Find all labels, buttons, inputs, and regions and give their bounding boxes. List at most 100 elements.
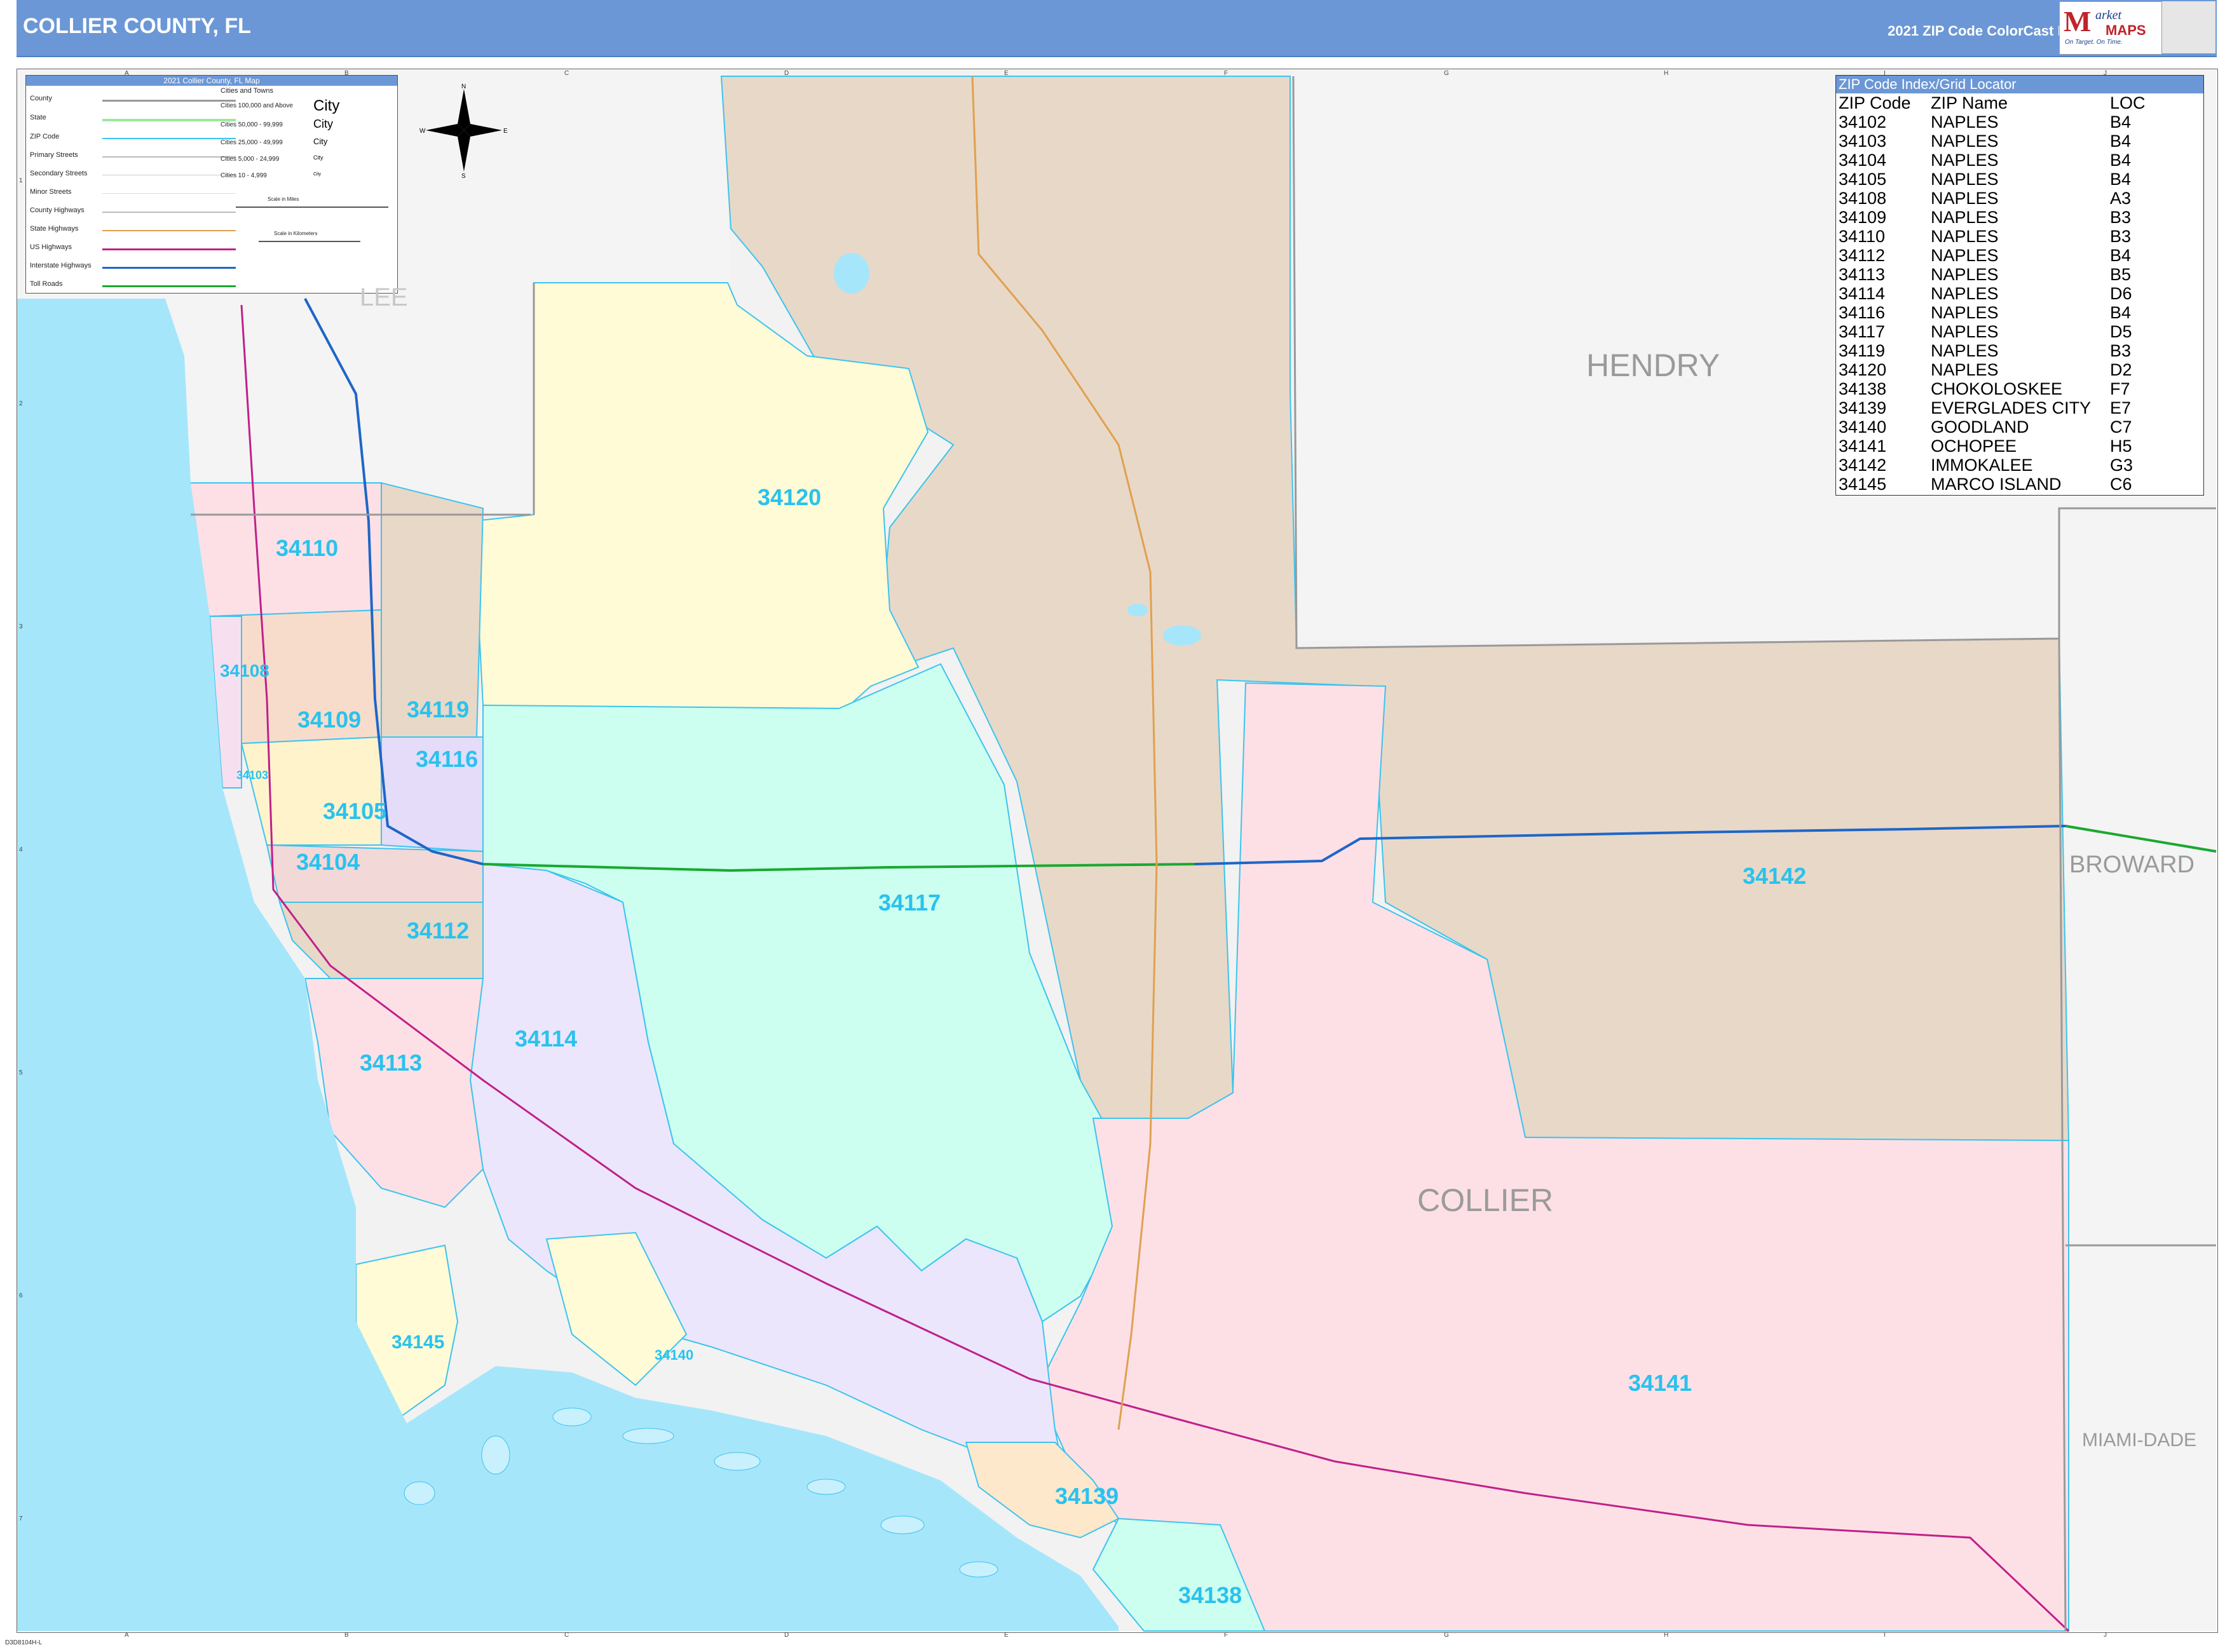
zip-label-34141: 34141	[1628, 1370, 1692, 1396]
zip-index-cell: 34110	[1839, 227, 1886, 246]
legend-state: State	[30, 114, 46, 121]
legend-line-state-hwy	[102, 230, 236, 231]
zip-index-row: 34113 NAPLES B5	[1839, 265, 2161, 284]
legend-line-interstate	[102, 267, 236, 269]
grid-letter: E	[1004, 1632, 1009, 1639]
legend-primary: Primary Streets	[30, 151, 78, 159]
county-label-miami-dade: MIAMI-DADE	[2082, 1430, 2196, 1451]
grid-number: 5	[19, 1069, 23, 1077]
zip-index-row: 34103 NAPLES B4	[1839, 132, 2161, 151]
legend-city-range-4: Cities 5,000 - 24,999	[221, 156, 280, 163]
legend-city-mark-1: City	[313, 97, 340, 114]
zip-index-cell: NAPLES	[1931, 303, 1999, 322]
zip-index-row: 34141 OCHOPEE H5	[1839, 437, 2161, 456]
legend-toll: Toll Roads	[30, 280, 63, 288]
legend-county: County	[30, 95, 52, 102]
zip-index-cell: F7	[2110, 379, 2130, 398]
zip-index-cell: 34102	[1839, 112, 1887, 132]
grid-letter: A	[125, 1632, 129, 1639]
zip-index-cell: D5	[2110, 322, 2132, 341]
zip-index-table: ZIP Code ZIP Name LOC 34102 NAPLES B4 34103 NAP…	[1839, 93, 2161, 494]
grid-letter: C	[564, 70, 569, 77]
zip-index-cell: NAPLES	[1931, 284, 1999, 303]
zip-index-body: ZIP Code ZIP Name LOC 34102 NAPLES B4 34103 NAP…	[1839, 93, 2161, 494]
legend-line-toll	[102, 285, 236, 287]
county-label-lee: LEE	[360, 283, 408, 311]
zip-label-34109: 34109	[297, 707, 362, 733]
zip-index-cell: 34109	[1839, 208, 1887, 227]
zip-label-34114: 34114	[515, 1026, 578, 1052]
zip-index-cell: OCHOPEE	[1931, 437, 2017, 456]
zip-index-cell: 34138	[1839, 379, 1887, 398]
zip-index-cell: G3	[2110, 456, 2133, 475]
compass-s: S	[461, 173, 466, 178]
legend-us-hwy: US Highways	[30, 243, 72, 251]
legend-interstate: Interstate Highways	[30, 262, 92, 269]
zip-index-cell: E7	[2110, 398, 2132, 417]
zip-index-cell: 34141	[1839, 437, 1887, 456]
compass-rose: N S E W	[419, 83, 508, 178]
zip-index-row: 34142 IMMOKALEE G3	[1839, 456, 2161, 475]
legend-line-zip	[102, 138, 236, 139]
legend-line-primary	[102, 156, 236, 158]
zip-index-cell: 34113	[1839, 265, 1886, 284]
legend-city-range-3: Cities 25,000 - 49,999	[221, 139, 283, 146]
scale-miles-label: Scale in Miles	[268, 196, 299, 202]
map-code: D3D8104H-L	[5, 1639, 43, 1646]
legend-county-hwy: County Highways	[30, 207, 85, 214]
zip-index-row: 34108 NAPLES A3	[1839, 189, 2161, 208]
legend-zip: ZIP Code	[30, 133, 60, 140]
zip-index-cell: NAPLES	[1931, 265, 1999, 284]
grid-letter: G	[1444, 1632, 1449, 1639]
zip-label-34140: 34140	[655, 1347, 694, 1363]
zip-index-cell: 34139	[1839, 398, 1887, 417]
compass-west-point	[426, 124, 464, 137]
zip-label-34116: 34116	[416, 746, 479, 772]
legend-line-minor	[102, 193, 236, 194]
zip-index-row: 34102 NAPLES B4	[1839, 112, 2161, 132]
zip-index-cell: NAPLES	[1931, 189, 1999, 208]
zip-index-cell: 34114	[1839, 284, 1886, 303]
zip-index-cell: 34116	[1839, 303, 1886, 322]
zip-index-cell: C6	[2110, 475, 2132, 494]
legend-city-mark-2: City	[313, 118, 333, 130]
grid-letter: H	[1664, 70, 1669, 77]
legend-minor: Minor Streets	[30, 188, 72, 196]
map-legend: 2021 Collier County, FL Map County State…	[25, 75, 398, 294]
zip-index-title: ZIP Code Index/Grid Locator	[1836, 76, 2203, 93]
zip-index-cell: B4	[2110, 303, 2132, 322]
zip-index-cell: 34108	[1839, 189, 1887, 208]
compass-w: W	[419, 128, 426, 135]
zip-index-cell: B4	[2110, 112, 2132, 132]
compass-north-point	[458, 89, 470, 130]
zip-index-cell: B4	[2110, 151, 2132, 170]
zip-index-cell: 34140	[1839, 417, 1887, 437]
zip-index-cell: NAPLES	[1931, 112, 1999, 132]
zip-index-cell: 34142	[1839, 456, 1887, 475]
zip-index-row: 34116 NAPLES B4	[1839, 303, 2161, 322]
legend-city-range-2: Cities 50,000 - 99,999	[221, 121, 283, 128]
grid-number: 4	[19, 846, 23, 853]
compass-e: E	[503, 128, 508, 135]
grid-letter: F	[1224, 1632, 1228, 1639]
zip-index-cell: 34103	[1839, 132, 1887, 151]
grid-letter: G	[1444, 70, 1449, 77]
zip-index-cell: NAPLES	[1931, 227, 1999, 246]
grid-letter: E	[1004, 70, 1009, 77]
zip-index-cell: GOODLAND	[1931, 417, 2029, 437]
zip-index-cell: 34119	[1839, 341, 1886, 360]
zip-label-34105: 34105	[323, 798, 387, 824]
grid-letter: F	[1224, 70, 1228, 77]
grid-number: 2	[19, 400, 23, 407]
zip-index-cell: C7	[2110, 417, 2132, 437]
county-label-hendry: HENDRY	[1586, 348, 1720, 383]
zip-index-cell: NAPLES	[1931, 322, 1999, 341]
zip-index-cell: D6	[2110, 284, 2132, 303]
zip-index-cell: EVERGLADES CITY	[1931, 398, 2092, 417]
scale-km-label: Scale in Kilometers	[274, 231, 318, 236]
zip-label-34110: 34110	[276, 535, 339, 561]
zip-index-cell: B5	[2110, 265, 2132, 284]
zip-index-cell: B4	[2110, 170, 2132, 189]
zip-index-cell: 34145	[1839, 475, 1887, 494]
zip-index-cell: B4	[2110, 132, 2132, 151]
